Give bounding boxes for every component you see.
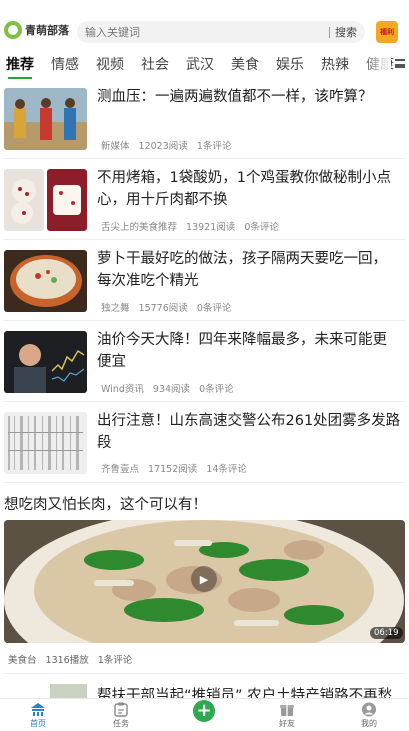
article-reads: 17152阅读	[148, 464, 198, 475]
article-comments: 0条评论	[196, 303, 232, 314]
article-title[interactable]: 出行注意！山东高速交警公布261处团雾多发路段	[97, 410, 401, 454]
article-item[interactable]: 测血压：一遍两遍数值都不一样，该咋算？ 新媒体 12023阅读 1条评论	[0, 86, 409, 167]
article-title[interactable]: 不用烤箱，1袋酸奶，1个鸡蛋教你做秘制小点心，用十斤肉都不换	[97, 167, 401, 211]
article-reads: 12023阅读	[138, 141, 188, 152]
nav-label: 首页	[30, 719, 46, 728]
nav-profile[interactable]: 我的	[344, 699, 394, 731]
article-meta: 齐鲁壹点 17152阅读 14条评论	[101, 461, 253, 475]
video-plays: 1316播放	[45, 655, 89, 666]
article-comments: 0条评论	[244, 222, 279, 233]
article-reads: 934阅读	[152, 384, 191, 395]
article-thumbnail	[4, 412, 87, 474]
search-divider	[329, 26, 330, 38]
article-source: 独之舞	[101, 303, 130, 314]
video-meta: 美食台 1316播放 1条评论	[8, 652, 138, 666]
divider	[4, 401, 405, 402]
search-button[interactable]: 搜索	[335, 24, 357, 40]
article-source: 新媒体	[101, 141, 130, 152]
article-thumbnail	[4, 88, 87, 150]
nav-friends[interactable]: 好友	[262, 699, 312, 731]
divider	[4, 482, 405, 483]
article-meta: 新媒体 12023阅读 1条评论	[101, 138, 237, 152]
play-icon[interactable]: ▶	[191, 566, 217, 592]
article-thumbnail	[4, 250, 87, 312]
divider	[4, 239, 405, 240]
app-logo[interactable]: 青萌部落	[4, 21, 69, 39]
article-source: 齐鲁壹点	[101, 464, 140, 475]
gift-label: 福利	[380, 28, 394, 36]
nav-tasks[interactable]: 任务	[96, 699, 146, 731]
task-icon	[114, 702, 128, 717]
category-tabs: 推荐 情感 视频 社会 武汉 美食 娱乐 热辣 健康	[0, 50, 409, 79]
video-title[interactable]: 想吃肉又怕长肉，这个可以有！	[4, 493, 207, 514]
plus-icon[interactable]: +	[193, 700, 215, 722]
video-duration: 06:19	[370, 627, 403, 639]
tabs-fade	[361, 50, 391, 78]
top-bar: 青萌部落 输入关键词 搜索 福利	[0, 0, 409, 44]
friends-icon	[280, 705, 294, 716]
menu-icon[interactable]	[395, 59, 405, 68]
article-title[interactable]: 萝卜干最好吃的做法，孩子隔两天要吃一回，每次准吃个精光	[97, 248, 401, 292]
tab-wuhan[interactable]: 武汉	[186, 54, 214, 74]
article-item[interactable]: 不用烤箱，1袋酸奶，1个鸡蛋教你做秘制小点心，用十斤肉都不换 舌尖上的美食推荐 …	[0, 167, 409, 248]
article-thumbnail	[50, 684, 87, 698]
search-bar[interactable]: 输入关键词 搜索	[77, 21, 365, 43]
search-input[interactable]: 输入关键词	[85, 24, 329, 40]
video-source: 美食台	[8, 655, 37, 666]
nav-label: 好友	[279, 719, 295, 728]
article-source: 舌尖上的美食推荐	[101, 222, 178, 233]
nav-label: 我的	[361, 719, 377, 728]
divider	[4, 320, 405, 321]
divider	[4, 673, 405, 674]
article-title[interactable]: 测血压：一遍两遍数值都不一样，该咋算？	[97, 86, 401, 108]
article-comments: 14条评论	[206, 464, 247, 475]
tab-emotion[interactable]: 情感	[51, 54, 79, 74]
article-source: Wind资讯	[101, 384, 144, 395]
tab-food[interactable]: 美食	[231, 54, 259, 74]
article-thumbnail	[47, 169, 87, 231]
article-thumbnail	[4, 331, 87, 393]
article-item[interactable]: 油价今天大降！四年来降幅最多，未来可能更便宜 Wind资讯 934阅读 0条评论	[0, 329, 409, 410]
article-thumbnail	[4, 169, 44, 231]
article-meta: 独之舞 15776阅读 0条评论	[101, 300, 237, 314]
nav-label: 任务	[113, 719, 129, 728]
home-icon	[31, 703, 45, 716]
article-item[interactable]: 出行注意！山东高速交警公布261处团雾多发路段 齐鲁壹点 17152阅读 14条…	[0, 410, 409, 491]
video-comments: 1条评论	[97, 655, 133, 666]
logo-icon	[4, 21, 22, 39]
article-title[interactable]: 油价今天大降！四年来降幅最多，未来可能更便宜	[97, 329, 401, 373]
nav-home[interactable]: 首页	[13, 699, 63, 731]
article-comments: 0条评论	[199, 384, 234, 395]
article-meta: 舌尖上的美食推荐 13921阅读 0条评论	[101, 219, 285, 233]
tab-entertainment[interactable]: 娱乐	[276, 54, 304, 74]
tab-hot[interactable]: 热辣	[321, 54, 349, 74]
tab-video[interactable]: 视频	[96, 54, 124, 74]
article-reads: 13921阅读	[186, 222, 236, 233]
article-meta: Wind资讯 934阅读 0条评论	[101, 381, 240, 395]
profile-icon	[362, 702, 376, 717]
logo-text: 青萌部落	[25, 24, 69, 37]
article-item[interactable]: 萝卜干最好吃的做法，孩子隔两天要吃一回，每次准吃个精光 独之舞 15776阅读 …	[0, 248, 409, 329]
gift-icon[interactable]: 福利	[376, 21, 398, 43]
article-comments: 1条评论	[196, 141, 232, 152]
tab-society[interactable]: 社会	[141, 54, 169, 74]
tab-recommend[interactable]: 推荐	[6, 54, 34, 79]
article-reads: 15776阅读	[138, 303, 188, 314]
divider	[4, 158, 405, 159]
